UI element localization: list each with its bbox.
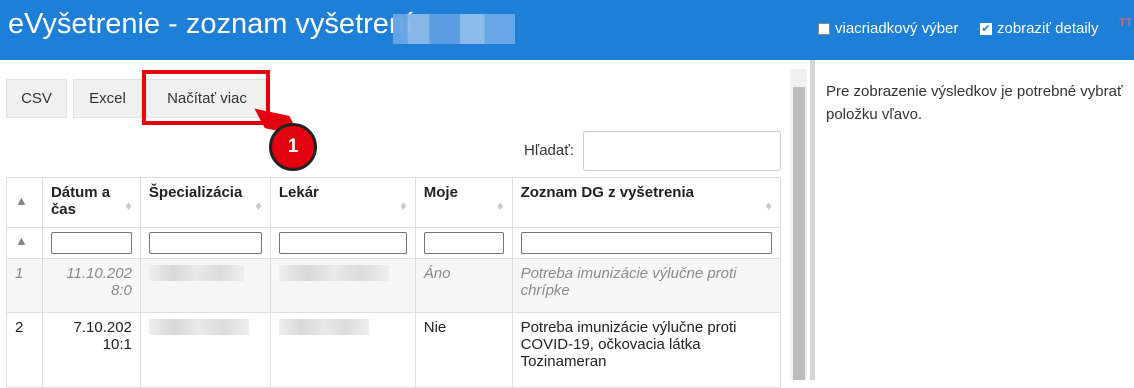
sort-column-header[interactable]: ▲ (6, 177, 43, 228)
sort-icon[interactable]: ♦ (255, 198, 262, 213)
table-row[interactable]: 2 7.10.202 10:1 Nie Potreba imunizácie vý… (6, 312, 782, 388)
col-mine-label: Moje (423, 184, 458, 201)
row-mine: Áno (414, 258, 513, 313)
show-details-label: zobraziť detaily (997, 20, 1099, 37)
row-number: 2 (6, 312, 43, 388)
row-datetime: 11.10.202 8:0 (41, 258, 141, 313)
redacted-text (278, 319, 369, 335)
search-input[interactable] (583, 131, 781, 171)
filter-specialization-input[interactable] (148, 232, 262, 254)
sort-icon[interactable]: ♦ (125, 198, 132, 213)
row-dg: Potreba imunizácie výlučne proti chrípke (511, 258, 782, 313)
page-title: eVyšetrenie - zoznam vyšetrení (8, 8, 414, 40)
row-time: 8:0 (111, 282, 132, 299)
filter-cell (511, 227, 782, 259)
multi-select-label: viacriadkový výber (835, 20, 959, 37)
col-dg-label: Zoznam DG z vyšetrenia (520, 184, 694, 201)
exam-table: ▲ Dátum a čas ♦ Špecializácia ♦ Lekár ♦ Moj… (6, 177, 782, 388)
sort-icon[interactable]: ♦ (497, 198, 504, 213)
col-specialization[interactable]: Špecializácia ♦ (139, 177, 271, 228)
redacted-text (148, 265, 244, 281)
col-specialization-label: Špecializácia (148, 184, 243, 201)
sort-up-icon[interactable]: ▲ (15, 233, 28, 248)
row-doctor (269, 258, 416, 313)
sort-icon[interactable]: ♦ (765, 198, 772, 213)
filter-row: ▲ (6, 227, 782, 259)
redacted-title-suffix (393, 14, 515, 44)
filter-cell (414, 227, 513, 259)
row-date: 7.10.202 (73, 319, 132, 336)
col-mine[interactable]: Moje ♦ (414, 177, 513, 228)
redacted-text (148, 319, 249, 335)
multi-select-toggle[interactable]: viacriadkový výber (818, 20, 958, 37)
col-dg[interactable]: Zoznam DG z vyšetrenia ♦ (511, 177, 782, 228)
sort-up-icon[interactable]: ▲ (15, 193, 28, 208)
filter-mine-input[interactable] (423, 232, 504, 254)
row-doctor (269, 312, 416, 388)
sort-icon[interactable]: ♦ (400, 198, 407, 213)
filter-dg-input[interactable] (520, 232, 772, 254)
csv-button[interactable]: CSV (6, 79, 67, 118)
col-doctor-label: Lekár (278, 184, 319, 201)
excel-button[interactable]: Excel (73, 79, 142, 118)
filter-cell (41, 227, 141, 259)
table-header-row: ▲ Dátum a čas ♦ Špecializácia ♦ Lekár ♦ Moj… (6, 177, 782, 228)
checkbox-unchecked-icon[interactable] (818, 22, 830, 35)
row-datetime: 7.10.202 10:1 (41, 312, 141, 388)
panel-divider[interactable] (810, 60, 815, 380)
filter-date-input[interactable] (50, 232, 132, 254)
scrollbar-thumb[interactable] (793, 87, 805, 380)
row-mine: Nie (414, 312, 513, 388)
col-date-label: Dátum a čas (50, 184, 111, 218)
row-specialization (139, 258, 271, 313)
search-label: Hľadať: (524, 142, 575, 159)
filter-cell (269, 227, 416, 259)
text-size-icon[interactable]: TT (1119, 17, 1132, 29)
col-doctor[interactable]: Lekár ♦ (269, 177, 416, 228)
highlight-box (142, 70, 270, 125)
filter-cell (139, 227, 271, 259)
app-header: eVyšetrenie - zoznam vyšetrení viacriadk… (0, 0, 1134, 60)
step-badge: 1 (269, 123, 317, 171)
row-time: 10:1 (102, 336, 132, 353)
show-details-toggle[interactable]: ✔ zobraziť detaily (980, 20, 1099, 37)
row-dg: Potreba imunizácie výlučne proti COVID-1… (511, 312, 782, 388)
filter-sort-cell: ▲ (6, 227, 43, 259)
redacted-text (278, 265, 389, 281)
filter-doctor-input[interactable] (278, 232, 407, 254)
checkbox-checked-icon[interactable]: ✔ (980, 22, 992, 35)
table-row[interactable]: 1 11.10.202 8:0 Áno Potreba imunizácie vý… (6, 258, 782, 313)
detail-panel-message: Pre zobrazenie výsledkov je potrebné vyb… (826, 83, 1123, 123)
row-date: 11.10.202 (66, 265, 132, 282)
col-date[interactable]: Dátum a čas ♦ (41, 177, 141, 228)
row-number: 1 (6, 258, 43, 313)
row-specialization (139, 312, 271, 388)
